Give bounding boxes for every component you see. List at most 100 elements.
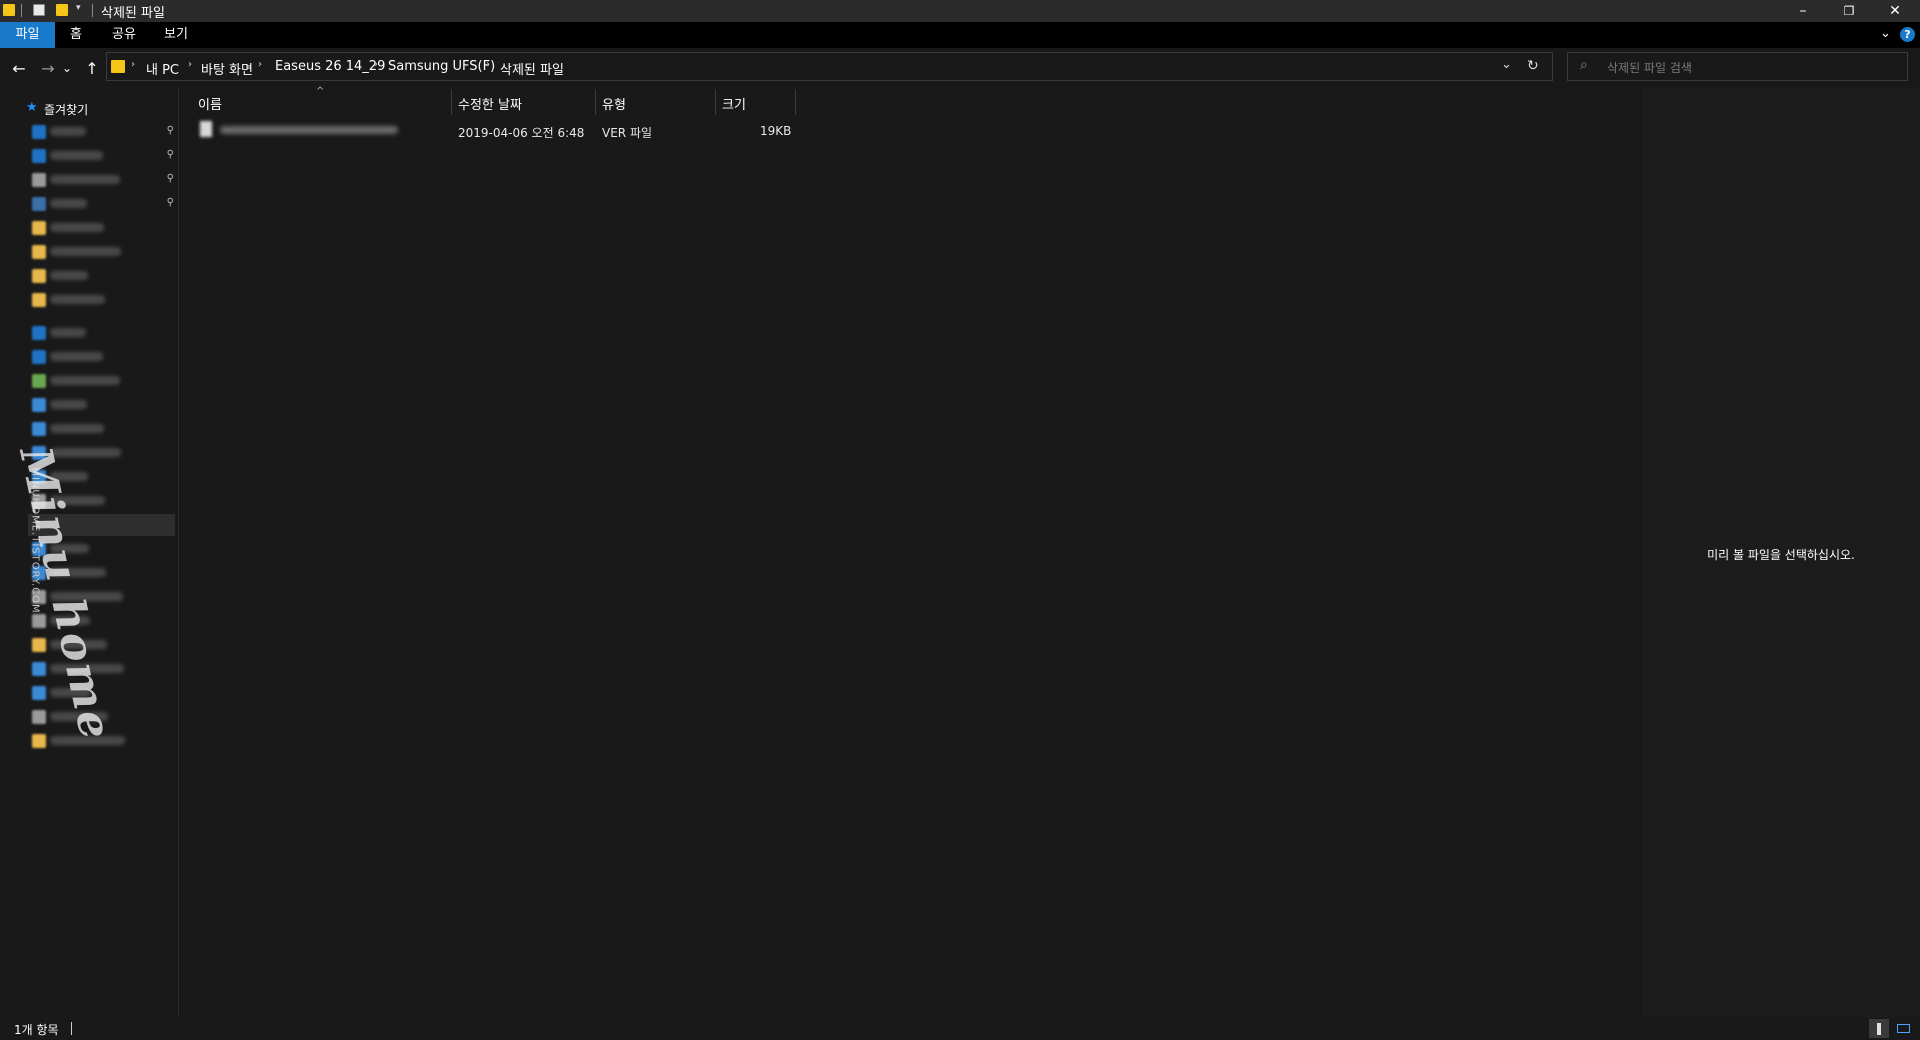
sidebar-quick-access-item[interactable]: ⚲ bbox=[28, 121, 178, 143]
title-bar: ▾ 삭제된 파일 – ❐ ✕ bbox=[0, 0, 1920, 22]
breadcrumb-separator: › bbox=[188, 59, 192, 70]
quick-access-divider bbox=[92, 4, 93, 17]
breadcrumb-deleted-files[interactable]: 삭제된 파일 bbox=[500, 59, 564, 78]
sidebar-tree-item[interactable] bbox=[28, 346, 178, 368]
breadcrumb-easeus-folder[interactable]: Easeus 26 14_29 bbox=[275, 59, 385, 74]
star-icon: ★ bbox=[26, 100, 38, 115]
sidebar-tree-item[interactable] bbox=[28, 394, 178, 416]
properties-icon[interactable] bbox=[33, 4, 45, 16]
sidebar-item-label-blurred bbox=[50, 175, 120, 184]
sidebar-item-label-blurred bbox=[50, 199, 87, 208]
sidebar-item-label-blurred bbox=[50, 424, 104, 433]
pin-icon: ⚲ bbox=[166, 149, 174, 160]
sidebar-quick-access-item[interactable]: ⚲ bbox=[28, 169, 178, 191]
sidebar-quick-access-item[interactable]: ⚲ bbox=[28, 193, 178, 215]
cube-icon bbox=[32, 422, 46, 436]
search-icon: ⌕ bbox=[1580, 57, 1588, 73]
folder-icon bbox=[111, 60, 125, 73]
pin-icon: ⚲ bbox=[166, 125, 174, 136]
search-input[interactable]: ⌕ 삭제된 파일 검색 bbox=[1567, 52, 1908, 81]
column-header-name[interactable]: 이름 bbox=[198, 94, 222, 113]
sidebar-quick-access-item[interactable] bbox=[28, 289, 178, 311]
file-icon bbox=[200, 121, 212, 137]
sidebar-quick-access-item[interactable] bbox=[28, 265, 178, 287]
folder-icon bbox=[32, 734, 46, 748]
column-divider[interactable] bbox=[595, 89, 596, 115]
pin-icon: ⚲ bbox=[166, 197, 174, 208]
details-view-button[interactable] bbox=[1869, 1019, 1889, 1038]
desktop-icon bbox=[32, 326, 46, 340]
column-header-modified[interactable]: 수정한 날짜 bbox=[458, 94, 522, 113]
forward-button[interactable]: → bbox=[38, 58, 58, 78]
breadcrumb-my-pc[interactable]: 내 PC bbox=[146, 59, 179, 78]
ribbon-expand-button[interactable]: ⌄ bbox=[1880, 26, 1891, 41]
sidebar-quick-access-item[interactable] bbox=[28, 241, 178, 263]
quick-access-header[interactable]: ★ 즐겨찾기 bbox=[22, 98, 172, 118]
address-dropdown-button[interactable]: ⌄ bbox=[1501, 57, 1512, 72]
tab-view[interactable]: 보기 bbox=[157, 22, 195, 48]
recent-locations-button[interactable]: ⌄ bbox=[61, 58, 73, 78]
breadcrumb-samsung-ufs[interactable]: Samsung UFS(F) bbox=[388, 59, 495, 74]
recycle-icon bbox=[32, 710, 46, 724]
details-view-icon bbox=[1877, 1022, 1881, 1035]
help-icon[interactable]: ? bbox=[1900, 27, 1915, 42]
item-count: 1개 항목 bbox=[14, 1023, 59, 1037]
cloud-icon bbox=[32, 350, 46, 364]
restore-button[interactable]: ❐ bbox=[1826, 0, 1872, 22]
folder-icon bbox=[32, 293, 46, 307]
tab-share[interactable]: 공유 bbox=[105, 22, 143, 48]
minimize-button[interactable]: – bbox=[1780, 0, 1826, 22]
breadcrumb-separator: › bbox=[258, 59, 262, 70]
sidebar-item-label-blurred bbox=[50, 151, 103, 160]
sidebar-item-label-blurred bbox=[50, 247, 121, 256]
column-header-type[interactable]: 유형 bbox=[602, 94, 626, 113]
sidebar-item-label-blurred bbox=[50, 127, 86, 136]
network-icon bbox=[32, 686, 46, 700]
restore-icon: ❐ bbox=[1843, 4, 1855, 18]
up-button[interactable]: ↑ bbox=[82, 58, 102, 78]
arrow-up-icon: ↑ bbox=[85, 58, 99, 78]
folder-icon bbox=[32, 245, 46, 259]
ribbon-tabs: 파일 홈 공유 보기 ⌄ ? bbox=[0, 22, 1920, 48]
sidebar-item-label-blurred bbox=[50, 223, 104, 232]
file-name-blurred bbox=[220, 126, 398, 134]
column-header-size[interactable]: 크기 bbox=[722, 94, 746, 113]
sidebar-tree-item[interactable] bbox=[28, 322, 178, 344]
folder-icon bbox=[32, 269, 46, 283]
minimize-icon: – bbox=[1799, 3, 1807, 19]
sidebar-item-label-blurred bbox=[50, 271, 88, 280]
tab-file[interactable]: 파일 bbox=[0, 22, 55, 48]
library-icon bbox=[32, 638, 46, 652]
column-divider[interactable] bbox=[795, 89, 796, 115]
large-icons-view-button[interactable] bbox=[1893, 1019, 1913, 1038]
status-divider bbox=[71, 1022, 72, 1035]
address-bar[interactable]: › 내 PC › 바탕 화면 › Easeus 26 14_29 › Samsu… bbox=[106, 52, 1553, 81]
sidebar-tree-item[interactable] bbox=[28, 418, 178, 440]
column-divider[interactable] bbox=[451, 89, 452, 115]
tab-home[interactable]: 홈 bbox=[57, 22, 95, 48]
new-folder-icon[interactable] bbox=[56, 4, 68, 16]
sidebar-tree-item[interactable] bbox=[28, 370, 178, 392]
user-icon bbox=[32, 374, 46, 388]
sidebar-quick-access-item[interactable]: ⚲ bbox=[28, 145, 178, 167]
preview-message: 미리 볼 파일을 선택하십시오. bbox=[1707, 548, 1855, 562]
refresh-icon[interactable]: ↻ bbox=[1527, 58, 1539, 74]
sidebar-quick-access-item[interactable] bbox=[28, 217, 178, 239]
status-bar bbox=[0, 1017, 1920, 1040]
sidebar-item-label-blurred bbox=[50, 295, 105, 304]
sidebar-item-label-blurred bbox=[50, 352, 103, 361]
breadcrumb-separator: › bbox=[374, 59, 378, 70]
column-divider[interactable] bbox=[715, 89, 716, 115]
breadcrumb-desktop[interactable]: 바탕 화면 bbox=[201, 59, 253, 78]
close-button[interactable]: ✕ bbox=[1872, 0, 1918, 22]
customize-toolbar-icon[interactable]: ▾ bbox=[76, 3, 81, 13]
folder-icon bbox=[3, 4, 15, 16]
back-button[interactable]: ← bbox=[9, 58, 29, 78]
breadcrumb-separator: › bbox=[486, 59, 490, 70]
file-type: VER 파일 bbox=[602, 126, 653, 140]
desktop-icon bbox=[32, 125, 46, 139]
window-title: 삭제된 파일 bbox=[101, 6, 165, 21]
chevron-down-icon: ⌄ bbox=[61, 61, 73, 75]
pc-icon bbox=[32, 398, 46, 412]
network-icon bbox=[32, 662, 46, 676]
